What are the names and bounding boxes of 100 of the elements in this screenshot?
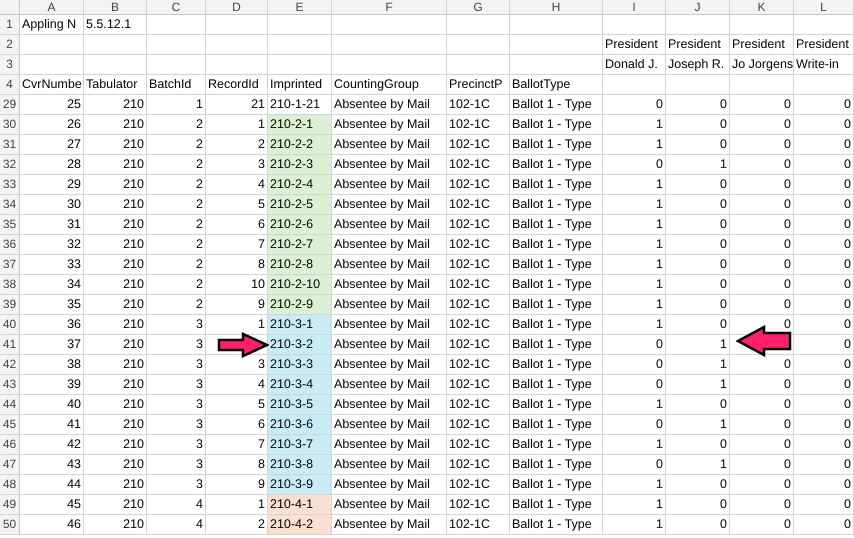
row-header[interactable]: 32 — [0, 155, 20, 174]
table-cell: 210-2-10 — [268, 275, 332, 294]
table-cell: Absentee by Mail — [332, 335, 447, 354]
table-cell: 0 — [603, 415, 666, 434]
row-header[interactable]: 50 — [0, 515, 20, 534]
column-header[interactable]: F — [332, 0, 447, 14]
table-cell: 210 — [84, 495, 147, 514]
table-cell: 0 — [730, 95, 794, 114]
table-cell: 28 — [20, 155, 84, 174]
row-header[interactable]: 4 — [0, 75, 20, 94]
table-cell: 0 — [666, 235, 730, 254]
table-cell: 0 — [730, 215, 794, 234]
row-header[interactable]: 44 — [0, 395, 20, 414]
table-cell: 102-1C — [447, 355, 510, 374]
arrow-icon — [217, 332, 269, 358]
row-header[interactable]: 31 — [0, 135, 20, 154]
table-cell: Absentee by Mail — [332, 175, 447, 194]
column-header[interactable]: E — [268, 0, 332, 14]
column-header[interactable]: G — [447, 0, 510, 14]
table-cell: Ballot 1 - Type — [510, 175, 603, 194]
table-cell: 210-2-1 — [268, 115, 332, 134]
table-cell: Absentee by Mail — [332, 515, 447, 534]
table-cell: 210-3-3 — [268, 355, 332, 374]
table-cell: 0 — [603, 95, 666, 114]
table-cell: 102-1C — [447, 115, 510, 134]
row-header[interactable]: 35 — [0, 215, 20, 234]
table-cell: 210-3-9 — [268, 475, 332, 494]
row-header[interactable]: 42 — [0, 355, 20, 374]
row-header[interactable]: 48 — [0, 475, 20, 494]
row-header[interactable]: 40 — [0, 315, 20, 334]
table-cell: 2 — [147, 175, 206, 194]
row-header[interactable]: 3 — [0, 55, 20, 74]
table-cell: 1 — [603, 495, 666, 514]
table-cell: 210-3-6 — [268, 415, 332, 434]
column-header[interactable]: A — [20, 0, 84, 14]
column-header[interactable]: K — [730, 0, 794, 14]
table-cell: 210-3-8 — [268, 455, 332, 474]
table-cell: 210-3-4 — [268, 375, 332, 394]
table-cell: 102-1C — [447, 235, 510, 254]
row-header[interactable]: 33 — [0, 175, 20, 194]
table-cell: Ballot 1 - Type — [510, 135, 603, 154]
row-header[interactable]: 38 — [0, 275, 20, 294]
column-header[interactable]: I — [603, 0, 666, 14]
table-cell: 1 — [666, 375, 730, 394]
row-header[interactable]: 49 — [0, 495, 20, 514]
table-cell: 3 — [147, 435, 206, 454]
table-cell: 0 — [666, 515, 730, 534]
column-header[interactable]: D — [206, 0, 268, 14]
row-header[interactable]: 39 — [0, 295, 20, 314]
table-cell: 0 — [730, 415, 794, 434]
column-header[interactable]: C — [147, 0, 206, 14]
table-cell: Absentee by Mail — [332, 155, 447, 174]
table-cell: Absentee by Mail — [332, 135, 447, 154]
column-header[interactable]: B — [84, 0, 147, 14]
table-cell: Absentee by Mail — [332, 415, 447, 434]
row-header[interactable]: 36 — [0, 235, 20, 254]
table-cell: 44 — [20, 475, 84, 494]
table-cell: 0 — [666, 255, 730, 274]
table-cell: 102-1C — [447, 215, 510, 234]
table-cell: 210 — [84, 455, 147, 474]
row-header[interactable]: 46 — [0, 435, 20, 454]
row-header[interactable]: 29 — [0, 95, 20, 114]
table-cell: 210 — [84, 295, 147, 314]
table-cell: 0 — [730, 515, 794, 534]
table-cell: 210 — [84, 375, 147, 394]
row-header[interactable]: 34 — [0, 195, 20, 214]
table-cell: 1 — [603, 235, 666, 254]
column-header[interactable]: J — [666, 0, 730, 14]
table-cell: 0 — [730, 455, 794, 474]
table-cell: 210 — [84, 115, 147, 134]
table-cell: 0 — [730, 495, 794, 514]
table-cell: 33 — [20, 255, 84, 274]
row-header[interactable]: 1 — [0, 15, 20, 34]
table-cell: 210 — [84, 355, 147, 374]
table-cell: 0 — [730, 135, 794, 154]
column-header[interactable]: H — [510, 0, 603, 14]
table-cell: Absentee by Mail — [332, 115, 447, 134]
row-header[interactable]: 47 — [0, 455, 20, 474]
row-header[interactable]: 2 — [0, 35, 20, 54]
table-cell: 1 — [603, 175, 666, 194]
table-cell: 0 — [730, 295, 794, 314]
table-cell: 1 — [603, 195, 666, 214]
table-cell: 210-2-3 — [268, 155, 332, 174]
table-cell: Absentee by Mail — [332, 215, 447, 234]
column-header[interactable]: L — [794, 0, 854, 14]
row-header[interactable]: 43 — [0, 375, 20, 394]
table-cell: 210-2-2 — [268, 135, 332, 154]
table-cell: 102-1C — [447, 475, 510, 494]
table-cell: 0 — [794, 255, 854, 274]
row-header[interactable]: 45 — [0, 415, 20, 434]
table-cell: 210 — [84, 335, 147, 354]
table-cell: Ballot 1 - Type — [510, 355, 603, 374]
row-header[interactable]: 37 — [0, 255, 20, 274]
table-cell: Ballot 1 - Type — [510, 415, 603, 434]
row-header[interactable]: 30 — [0, 115, 20, 134]
table-cell: 31 — [20, 215, 84, 234]
table-cell: 3 — [147, 415, 206, 434]
table-cell: 1 — [666, 335, 730, 354]
row-header[interactable]: 41 — [0, 335, 20, 354]
table-cell: Ballot 1 - Type — [510, 155, 603, 174]
